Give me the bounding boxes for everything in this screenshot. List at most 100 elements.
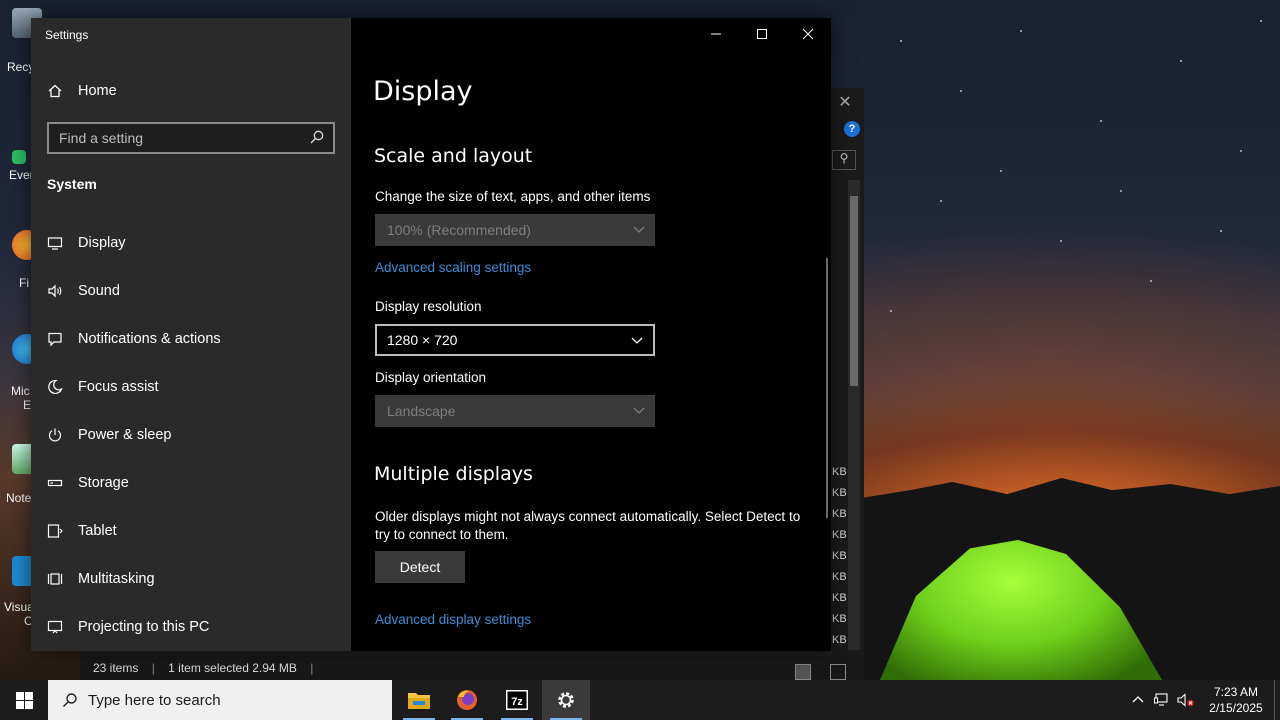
sidebar-item-label: Multitasking — [78, 571, 155, 587]
settings-sidebar: Settings Home System Display Sound — [31, 18, 351, 651]
sidebar-item-label: Projecting to this PC — [78, 619, 210, 635]
page-title: Display — [373, 76, 473, 107]
taskbar-settings[interactable] — [542, 680, 590, 720]
taskbar-file-explorer[interactable] — [395, 680, 443, 720]
moon-icon — [47, 379, 63, 395]
explorer-close-icon[interactable]: ✕ — [830, 92, 860, 112]
details-view-icon[interactable] — [794, 663, 811, 680]
size-unit: KB — [832, 550, 847, 562]
status-selection: 1 item selected 2.94 MB — [168, 661, 297, 675]
sidebar-item-label: Home — [78, 83, 117, 99]
taskbar-search-box[interactable]: Type here to search — [48, 680, 392, 720]
large-icons-view-icon[interactable] — [830, 663, 846, 680]
size-unit: KB — [832, 466, 847, 478]
show-desktop-button[interactable] — [1274, 680, 1280, 720]
advanced-scaling-link[interactable]: Advanced scaling settings — [375, 260, 531, 275]
explorer-size-column: KB KB KB KB KB KB KB KB KB — [832, 462, 848, 651]
clock-time: 7:23 AM — [1213, 685, 1259, 699]
sidebar-item-focus-assist[interactable]: Focus assist — [31, 365, 351, 409]
size-unit: KB — [832, 571, 847, 583]
taskbar-firefox[interactable] — [443, 680, 491, 720]
sidebar-item-power-sleep[interactable]: Power & sleep — [31, 413, 351, 457]
network-icon[interactable] — [1150, 680, 1174, 720]
resolution-value: 1280 × 720 — [387, 332, 458, 348]
sidebar-item-label: Power & sleep — [78, 427, 172, 443]
taskbar: Type here to search 7z 7:23 AM 2/15/2025 — [0, 680, 1280, 720]
sidebar-item-label: Display — [78, 235, 126, 251]
chevron-down-icon — [633, 226, 645, 233]
size-unit: KB — [832, 487, 847, 499]
status-separator: | — [310, 661, 314, 675]
explorer-status-bar: 23 items | 1 item selected 2.94 MB | — [80, 656, 864, 680]
size-unit: KB — [832, 634, 847, 646]
orientation-label: Display orientation — [375, 370, 487, 385]
settings-window: Settings Home System Display Sound — [31, 18, 831, 651]
multiple-displays-heading: Multiple displays — [374, 463, 533, 485]
system-tray: 7:23 AM 2/15/2025 — [1126, 680, 1280, 720]
sidebar-item-projecting[interactable]: Projecting to this PC — [31, 605, 351, 649]
notification-icon — [47, 331, 63, 347]
status-item-count: 23 items — [93, 661, 139, 675]
content-scrollbar[interactable] — [826, 258, 828, 518]
tablet-icon — [47, 523, 63, 539]
size-unit: KB — [832, 613, 847, 625]
sidebar-item-storage[interactable]: Storage — [31, 461, 351, 505]
size-unit: KB — [832, 529, 847, 541]
scale-dropdown[interactable]: 100% (Recommended) — [375, 214, 655, 246]
7zip-icon: 7z — [506, 690, 528, 710]
taskbar-clock[interactable]: 7:23 AM 2/15/2025 — [1198, 684, 1274, 716]
explorer-help-icon[interactable]: ? — [844, 121, 860, 137]
sidebar-item-label: Sound — [78, 283, 120, 299]
size-unit: KB — [832, 592, 847, 604]
search-icon — [310, 130, 324, 144]
sidebar-item-notifications[interactable]: Notifications & actions — [31, 317, 351, 361]
sidebar-item-label: Storage — [78, 475, 129, 491]
power-icon — [47, 427, 63, 443]
detect-button[interactable]: Detect — [375, 551, 465, 583]
sidebar-item-tablet[interactable]: Tablet — [31, 509, 351, 553]
display-settings-page: Display Scale and layout Change the size… — [351, 18, 831, 651]
gear-icon — [558, 692, 574, 708]
scale-layout-heading: Scale and layout — [374, 145, 533, 167]
resolution-dropdown[interactable]: 1280 × 720 — [375, 324, 655, 356]
chevron-down-icon — [633, 407, 645, 414]
svg-text:7z: 7z — [511, 696, 523, 708]
sidebar-item-home[interactable]: Home — [31, 69, 351, 113]
orientation-dropdown[interactable]: Landscape — [375, 395, 655, 427]
explorer-search-icon[interactable]: ⚲ — [832, 150, 856, 170]
storage-icon — [47, 475, 63, 491]
windows-logo-icon — [15, 691, 33, 709]
sidebar-item-label: Notifications & actions — [78, 331, 221, 347]
status-separator: | — [151, 661, 155, 675]
multitasking-icon — [47, 571, 63, 587]
explorer-scrollbar[interactable] — [848, 180, 860, 650]
advanced-display-settings-link[interactable]: Advanced display settings — [375, 612, 531, 627]
scale-value: 100% (Recommended) — [387, 222, 531, 238]
monitor-icon — [47, 235, 63, 251]
sidebar-item-multitasking[interactable]: Multitasking — [31, 557, 351, 601]
home-icon — [47, 83, 63, 99]
firefox-icon — [457, 690, 477, 710]
volume-muted-icon[interactable] — [1174, 680, 1198, 720]
sidebar-item-label: Focus assist — [78, 379, 159, 395]
app-title: Settings — [45, 28, 89, 42]
speaker-icon — [47, 283, 63, 299]
find-setting-search[interactable] — [47, 122, 335, 154]
search-icon — [63, 693, 77, 707]
sidebar-item-display[interactable]: Display — [31, 221, 351, 265]
resolution-label: Display resolution — [375, 299, 482, 314]
chevron-down-icon — [631, 337, 643, 344]
projecting-icon — [47, 619, 63, 635]
orientation-value: Landscape — [387, 403, 456, 419]
size-unit: KB — [832, 508, 847, 520]
multiple-displays-description: Older displays might not always connect … — [375, 509, 801, 542]
evernote-icon — [12, 150, 26, 164]
show-hidden-icons-chevron-up-icon[interactable] — [1126, 680, 1150, 720]
section-heading-system: System — [47, 176, 97, 192]
sidebar-item-sound[interactable]: Sound — [31, 269, 351, 313]
sidebar-item-label: Tablet — [78, 523, 117, 539]
search-input[interactable] — [49, 124, 333, 152]
start-button[interactable] — [0, 680, 48, 720]
taskbar-7zip[interactable]: 7z — [493, 680, 541, 720]
explorer-scrollbar-thumb[interactable] — [850, 196, 858, 386]
